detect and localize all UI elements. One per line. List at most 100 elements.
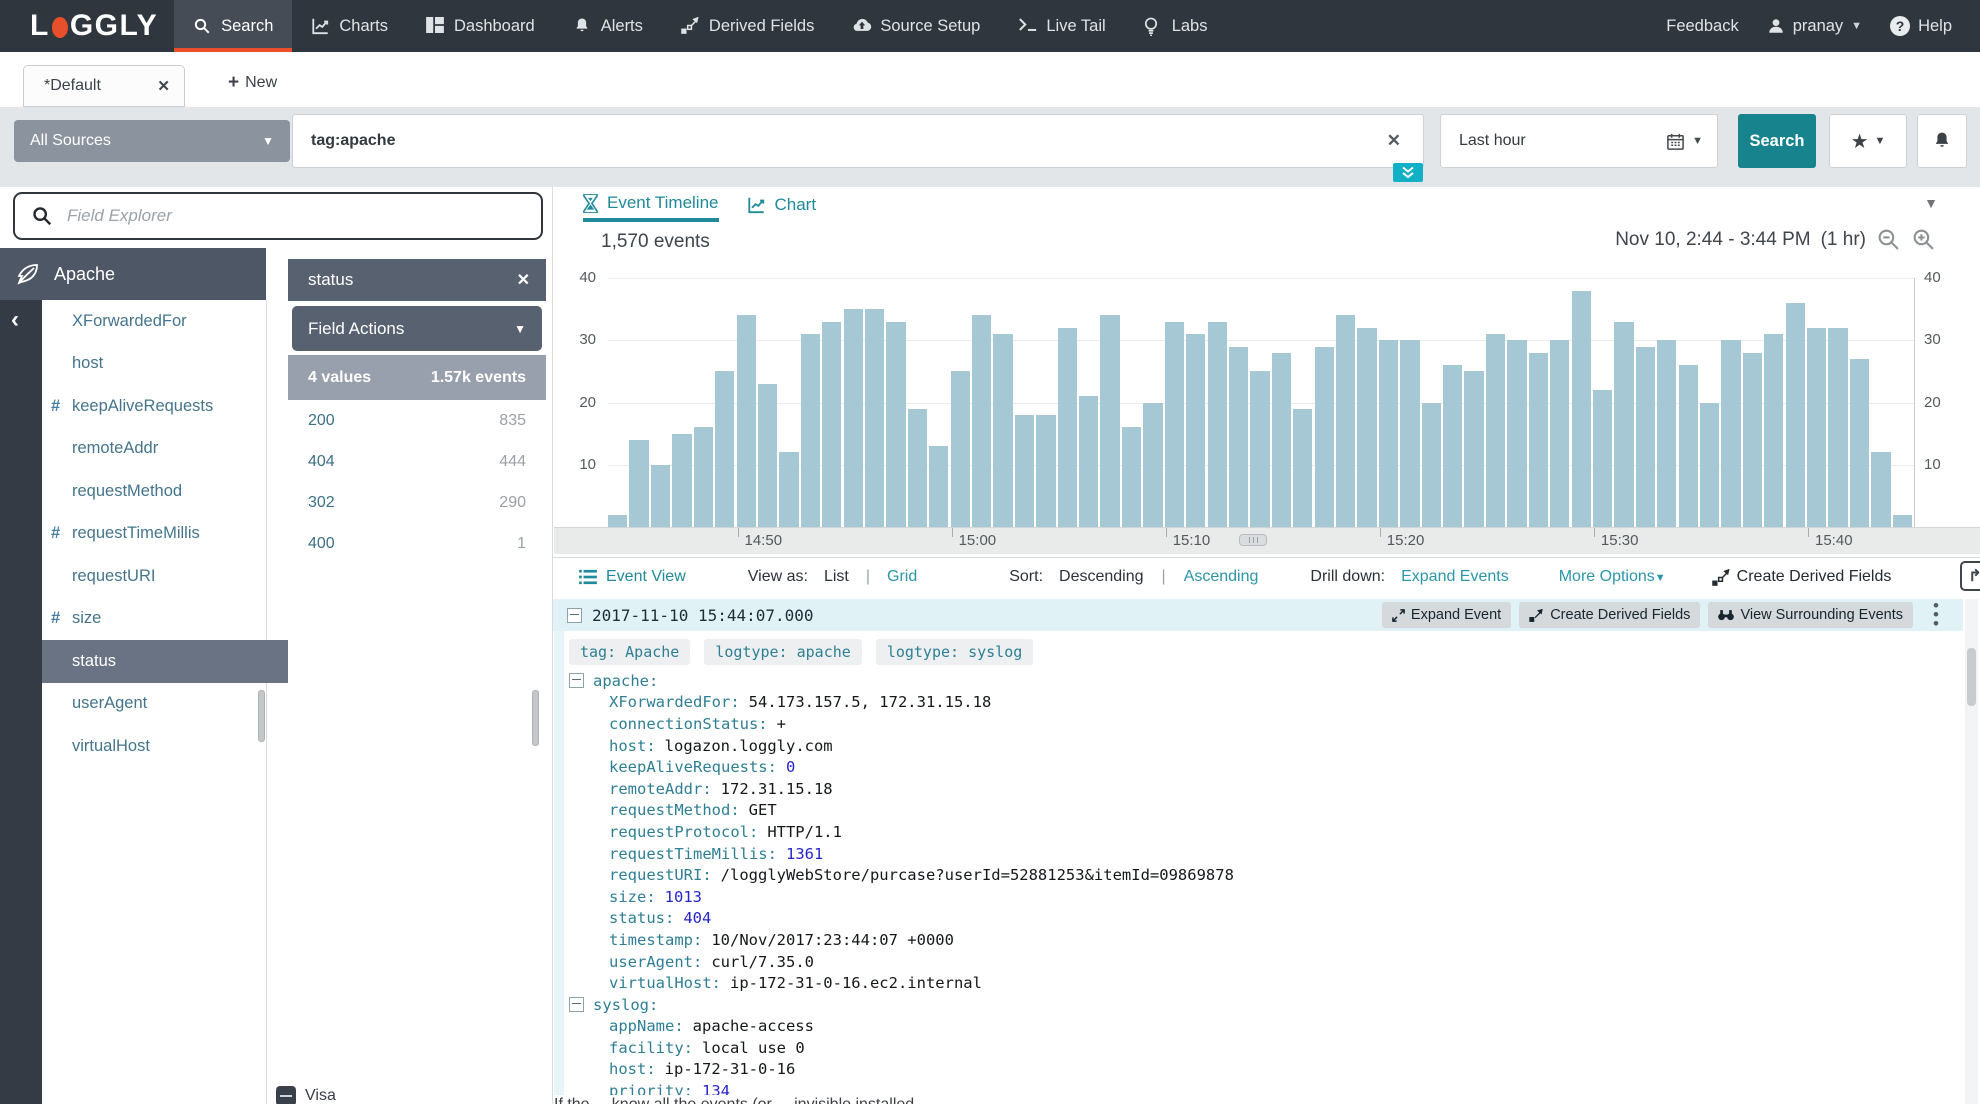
timeline-bar[interactable]	[950, 371, 970, 527]
search-button[interactable]: Search	[1738, 114, 1816, 168]
log-key[interactable]: XForwardedFor:	[609, 693, 740, 711]
timeline-bar[interactable]	[1335, 315, 1356, 527]
field-requesttimemillis[interactable]: # requestTimeMillis	[42, 513, 266, 556]
log-value[interactable]: 404	[683, 909, 711, 927]
collapse-section-icon[interactable]	[569, 997, 584, 1013]
log-key[interactable]: status:	[609, 909, 674, 927]
timeline-bar[interactable]	[608, 514, 628, 527]
search-input[interactable]	[293, 132, 1365, 150]
field-requesturi[interactable]: requestURI	[42, 555, 266, 598]
log-value[interactable]: ip-172-31-0-16.ec2.internal	[730, 974, 982, 992]
event-row-header[interactable]: 2017-11-10 15:44:07.000 Expand Event Cre…	[553, 599, 1963, 631]
close-icon[interactable]: ✕	[517, 270, 530, 290]
timeline-bar[interactable]	[779, 452, 799, 527]
log-key[interactable]: virtualHost:	[609, 974, 721, 992]
timeline-bar[interactable]	[1207, 321, 1227, 527]
log-key[interactable]: host:	[609, 737, 656, 755]
timeline-bar[interactable]	[993, 334, 1013, 527]
log-value[interactable]: +	[777, 715, 786, 733]
log-value[interactable]: apache-access	[693, 1017, 814, 1035]
timeline-bar[interactable]	[1143, 402, 1163, 527]
field-group-apache[interactable]: Apache	[0, 248, 266, 300]
log-key[interactable]: userAgent:	[609, 953, 702, 971]
sort-descending[interactable]: Descending	[1059, 568, 1144, 586]
close-tab-icon[interactable]: ✕	[157, 77, 170, 95]
tag-pill[interactable]: logtype: apache	[704, 639, 862, 665]
timeline-bar[interactable]	[1571, 290, 1591, 527]
timeline-bar[interactable]	[1871, 452, 1891, 527]
field-explorer-input[interactable]	[65, 205, 525, 227]
timeline-bar[interactable]	[886, 321, 906, 527]
timeline-bar[interactable]	[1057, 327, 1077, 527]
value-row-404[interactable]: 404 444	[288, 441, 546, 482]
timeline-bar[interactable]	[650, 464, 671, 528]
new-tab-button[interactable]: + New	[228, 72, 277, 94]
field-xforwardedfor[interactable]: XForwardedFor	[42, 300, 266, 343]
timeline-bar[interactable]	[1228, 346, 1249, 527]
clear-search-icon[interactable]: ✕	[1365, 131, 1423, 151]
nav-item-charts[interactable]: Charts	[292, 0, 407, 52]
value-row-400[interactable]: 400 1	[288, 523, 546, 564]
collapse-sidebar-chevron[interactable]: ‹	[11, 308, 19, 332]
timeline-bar[interactable]	[693, 427, 713, 527]
timeline-bar[interactable]	[1271, 352, 1292, 527]
timeline-bar[interactable]	[864, 309, 885, 527]
timeline-bar[interactable]	[972, 315, 992, 527]
log-value[interactable]: 54.173.157.5, 172.31.15.18	[749, 693, 992, 711]
field-list-scrollbar[interactable]	[258, 690, 265, 742]
timeline-bar[interactable]	[1485, 334, 1506, 527]
collapse-section-icon[interactable]	[569, 673, 584, 689]
log-key[interactable]: connectionStatus:	[609, 715, 768, 733]
log-key[interactable]: requestMethod:	[609, 801, 740, 819]
event-scrollbar-thumb[interactable]	[1967, 648, 1976, 706]
log-key[interactable]: requestTimeMillis:	[609, 845, 777, 863]
log-key[interactable]: requestURI:	[609, 866, 712, 884]
timeline-bar[interactable]	[1742, 352, 1763, 527]
timeline-bar[interactable]	[629, 439, 649, 527]
create-derived-fields-link[interactable]: Create Derived Fields	[1711, 568, 1891, 586]
field-size[interactable]: # size	[42, 598, 266, 641]
log-value[interactable]: HTTP/1.1	[767, 823, 842, 841]
nav-item-labs[interactable]: Labs	[1125, 0, 1227, 52]
timeline-bar[interactable]	[1507, 340, 1527, 528]
source-groups-dropdown[interactable]: All Sources ▼	[14, 120, 290, 162]
nav-item-live-tail[interactable]: Live Tail	[999, 0, 1124, 52]
timeline-bar[interactable]	[800, 334, 821, 527]
field-virtualhost[interactable]: virtualHost	[42, 725, 266, 768]
field-explorer-search[interactable]	[13, 192, 543, 240]
field-actions-dropdown[interactable]: Field Actions ▼	[292, 306, 542, 351]
timeline-bar[interactable]	[907, 408, 928, 527]
user-menu[interactable]: pranay ▼	[1767, 17, 1862, 36]
timeline-bar[interactable]	[1550, 340, 1570, 528]
time-range-picker[interactable]: Last hour ▼	[1440, 114, 1718, 168]
log-value[interactable]: GET	[749, 801, 777, 819]
timeline-bar[interactable]	[1614, 321, 1634, 527]
timeline-bar[interactable]	[1785, 302, 1805, 527]
nav-item-search[interactable]: Search	[174, 0, 293, 52]
log-key[interactable]: size:	[609, 888, 656, 906]
timeline-bar[interactable]	[672, 433, 692, 527]
timeline-bar[interactable]	[1464, 371, 1484, 527]
timeline-bar[interactable]	[1357, 327, 1377, 527]
timeline-bar[interactable]	[1079, 396, 1099, 527]
feedback-link[interactable]: Feedback	[1666, 17, 1738, 36]
notifications-bell-button[interactable]	[1917, 114, 1967, 168]
timeline-bar[interactable]	[1678, 365, 1698, 527]
field-useragent[interactable]: userAgent	[42, 683, 266, 726]
collapse-event-icon[interactable]	[567, 607, 582, 623]
timeline-bar[interactable]	[1164, 321, 1185, 527]
log-value[interactable]: local use 0	[702, 1039, 805, 1057]
event-timeline-chart[interactable]: 10 10 20 20 30 30 40 40 14:50 15:00 15:10 15:20 15:3…	[553, 187, 1980, 554]
timeline-bar[interactable]	[715, 371, 735, 527]
log-value[interactable]: ip-172-31-0-16	[665, 1060, 796, 1078]
view-as-list[interactable]: List	[824, 568, 849, 586]
field-remoteaddr[interactable]: remoteAddr	[42, 428, 266, 471]
sort-ascending[interactable]: Ascending	[1184, 568, 1259, 586]
log-value[interactable]: 10/Nov/2017:23:44:07 +0000	[711, 931, 954, 949]
timeline-bar[interactable]	[1764, 334, 1784, 527]
timeline-bar[interactable]	[1100, 315, 1120, 527]
timeline-bar[interactable]	[736, 315, 756, 527]
timeline-bar[interactable]	[843, 309, 863, 527]
field-status[interactable]: status	[42, 640, 309, 683]
loggly-logo[interactable]: L GGLY	[0, 0, 174, 52]
